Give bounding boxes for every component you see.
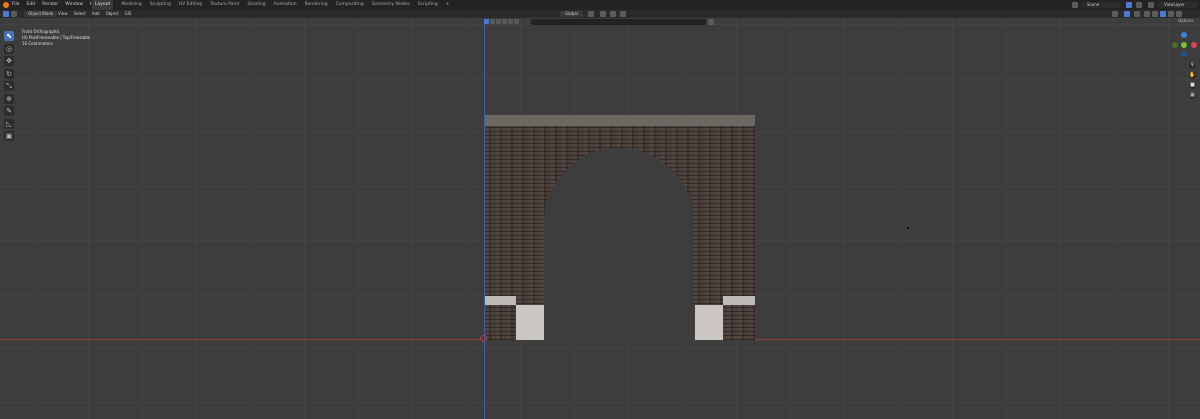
left-impost-stone xyxy=(485,296,516,305)
shading-rendered-icon[interactable] xyxy=(1176,11,1182,17)
filter-icon[interactable] xyxy=(708,19,714,25)
viewport-tool-header xyxy=(484,19,519,24)
tool-shelf: ⬉ ◎ ✥ ↻ ⤡ ⊕ ✎ ◺ ▣ xyxy=(4,31,16,144)
view-layer-selector[interactable]: ViewLayer xyxy=(1158,2,1198,8)
right-impost-stone xyxy=(723,296,755,305)
gizmo-x-axis[interactable] xyxy=(1191,42,1197,48)
annotate-icon: ✎ xyxy=(6,107,12,115)
grid-icon[interactable]: ▦ xyxy=(1189,92,1196,99)
shading-wireframe-icon[interactable] xyxy=(1152,11,1158,17)
arch-opening xyxy=(544,148,694,340)
select-box-tool[interactable]: ⬉ xyxy=(4,31,14,41)
delete-scene-icon[interactable] xyxy=(1136,2,1142,8)
menu-window[interactable]: Window xyxy=(65,0,83,10)
annotate-tool[interactable]: ✎ xyxy=(4,106,14,116)
blender-logo-icon[interactable] xyxy=(3,2,9,8)
scale-tool[interactable]: ⤡ xyxy=(4,81,14,91)
menu-view[interactable]: View xyxy=(58,10,68,18)
gizmo-neg-z-axis[interactable] xyxy=(1181,51,1187,57)
tab-geometry-nodes[interactable]: Geometry Nodes xyxy=(372,0,410,10)
tab-scripting[interactable]: Scripting xyxy=(418,0,438,10)
snap-icon[interactable] xyxy=(600,11,606,17)
scene-selector[interactable]: Scene xyxy=(1081,2,1121,8)
view-layer-icon[interactable] xyxy=(1148,2,1154,8)
add-workspace-icon[interactable]: + xyxy=(446,0,450,10)
falloff-icon[interactable] xyxy=(620,11,626,17)
cursor-tool[interactable]: ◎ xyxy=(4,43,14,54)
tab-texture-paint[interactable]: Texture Paint xyxy=(210,0,239,10)
select-mode-icon[interactable] xyxy=(11,11,17,17)
viewport-info: Front Orthographic (0) PostFreezeable | … xyxy=(22,29,90,47)
gizmo-neg-y-axis[interactable] xyxy=(1172,42,1178,48)
selection-invert-icon[interactable] xyxy=(502,19,507,24)
tab-sculpting[interactable]: Sculpting xyxy=(150,0,171,10)
workspace-tabs: Layout Modeling Sculpting UV Editing Tex… xyxy=(92,0,450,10)
transform-orientation-dropdown[interactable]: Global xyxy=(560,11,583,17)
tab-modeling[interactable]: Modeling xyxy=(121,0,141,10)
select-cursor-icon: ⬉ xyxy=(6,32,12,40)
zoom-icon[interactable]: ⚲ xyxy=(1189,62,1196,69)
tab-uv-editing[interactable]: UV Editing xyxy=(179,0,202,10)
menu-render[interactable]: Render xyxy=(42,0,58,10)
cube-icon: ▣ xyxy=(5,132,13,140)
menu-object[interactable]: Object xyxy=(106,10,119,18)
measure-tool[interactable]: ◺ xyxy=(4,118,14,129)
cursor-icon: ◎ xyxy=(5,44,13,53)
editor-type-icon[interactable] xyxy=(3,11,9,17)
tab-shading[interactable]: Shading xyxy=(247,0,265,10)
move-tool[interactable]: ✥ xyxy=(4,56,14,66)
viewport-header: Object Mode View Select Add Object GIS G… xyxy=(0,10,1200,18)
transform-icon: ⊕ xyxy=(6,94,12,103)
object-mode-dropdown[interactable]: Object Mode xyxy=(24,11,58,17)
transform-tool[interactable]: ⊕ xyxy=(4,93,14,104)
arch-cap-stone xyxy=(485,115,755,126)
shading-material-icon[interactable] xyxy=(1168,11,1174,17)
viewport-search-input[interactable] xyxy=(531,19,706,25)
gizmo-icon[interactable] xyxy=(1124,11,1130,17)
tab-compositing[interactable]: Compositing xyxy=(336,0,364,10)
top-bar: File Edit Render Window Help Layout Mode… xyxy=(0,0,1200,10)
visibility-icon[interactable] xyxy=(1112,11,1118,17)
left-base-block xyxy=(516,305,544,340)
scale-info: 10 Centimeters xyxy=(22,41,53,46)
tab-rendering[interactable]: Rendering xyxy=(305,0,328,10)
rotate-icon: ↻ xyxy=(6,69,12,78)
scene-icon[interactable] xyxy=(1072,2,1078,8)
xray-icon[interactable] xyxy=(1144,11,1150,17)
menu-file[interactable]: File xyxy=(12,0,20,10)
mouse-pointer xyxy=(907,227,909,229)
selection-extend-icon[interactable] xyxy=(490,19,495,24)
proportional-edit-icon[interactable] xyxy=(610,11,616,17)
selection-difference-icon[interactable] xyxy=(514,19,519,24)
viewport-menu: View Select Add Object GIS xyxy=(58,10,131,18)
overlay-icon[interactable] xyxy=(1134,11,1140,17)
selection-mode-icon[interactable] xyxy=(484,19,489,24)
tab-animation[interactable]: Animation xyxy=(274,0,297,10)
gizmo-y-axis[interactable] xyxy=(1181,42,1187,48)
options-dropdown[interactable]: Options xyxy=(1178,18,1193,23)
camera-icon[interactable]: ■ xyxy=(1189,82,1196,89)
right-base-block xyxy=(695,305,723,340)
pan-icon[interactable]: ✋ xyxy=(1189,72,1196,79)
menu-gis[interactable]: GIS xyxy=(125,10,132,18)
scale-icon: ⤡ xyxy=(6,81,12,90)
selection-subtract-icon[interactable] xyxy=(496,19,501,24)
3d-cursor-icon[interactable] xyxy=(480,335,487,342)
shading-solid-icon[interactable] xyxy=(1160,11,1166,17)
gizmo-z-axis[interactable] xyxy=(1181,32,1187,38)
pivot-icon[interactable] xyxy=(588,11,594,17)
menu-edit[interactable]: Edit xyxy=(27,0,36,10)
add-cube-tool[interactable]: ▣ xyxy=(4,131,14,141)
menu-add[interactable]: Add xyxy=(92,10,100,18)
copy-scene-icon[interactable] xyxy=(1126,2,1132,8)
move-icon: ✥ xyxy=(6,57,12,65)
tab-layout[interactable]: Layout xyxy=(92,0,114,10)
arch-model[interactable] xyxy=(485,115,755,340)
menu-select[interactable]: Select xyxy=(74,10,86,18)
measure-icon: ◺ xyxy=(6,119,12,128)
selection-intersect-icon[interactable] xyxy=(508,19,513,24)
main-menu: File Edit Render Window Help xyxy=(12,0,100,10)
rotate-tool[interactable]: ↻ xyxy=(4,68,14,79)
